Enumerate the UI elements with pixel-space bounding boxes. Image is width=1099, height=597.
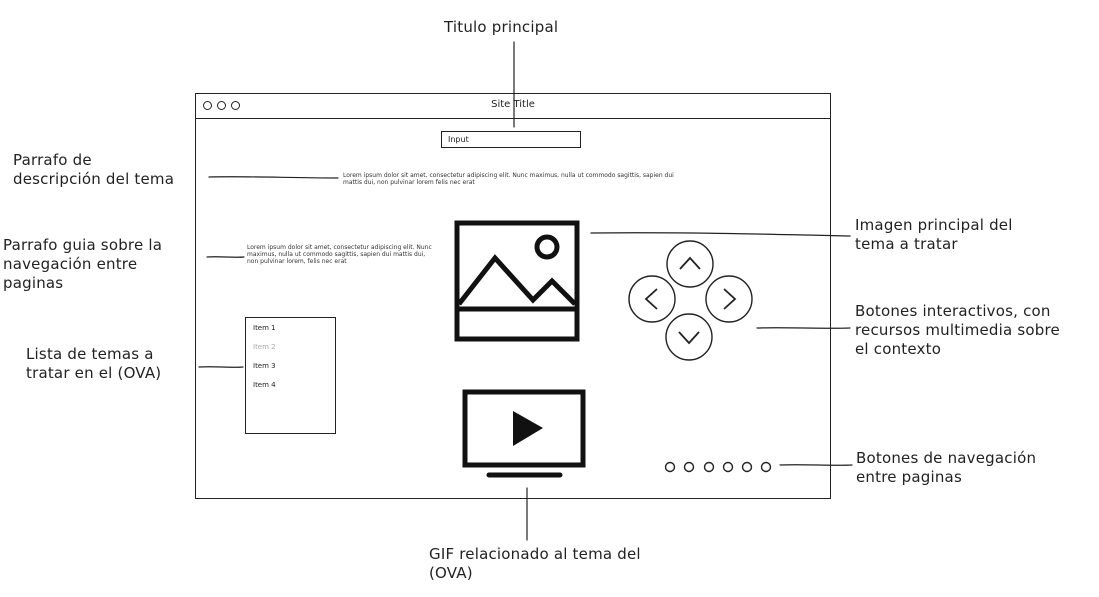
connector-line — [208, 176, 339, 179]
pagination-dot[interactable] — [741, 461, 753, 473]
connector-line — [779, 464, 853, 466]
connector-line — [206, 256, 245, 258]
arrow-left-button[interactable] — [628, 275, 676, 323]
arrow-down-button[interactable] — [665, 313, 713, 361]
arrow-up-button[interactable] — [666, 240, 714, 288]
image-placeholder-icon — [454, 220, 580, 342]
pagination-dot[interactable] — [664, 461, 676, 473]
connector-line — [198, 366, 244, 368]
wireframe-overlay — [198, 41, 853, 541]
pagination-dot[interactable] — [703, 461, 715, 473]
connector-line — [590, 232, 851, 237]
arrow-right-button[interactable] — [705, 275, 753, 323]
pagination-dot[interactable] — [683, 461, 695, 473]
video-play-icon — [462, 389, 586, 478]
pagination-dot[interactable] — [760, 461, 772, 473]
connector-line — [756, 327, 851, 329]
pagination-dot[interactable] — [722, 461, 734, 473]
